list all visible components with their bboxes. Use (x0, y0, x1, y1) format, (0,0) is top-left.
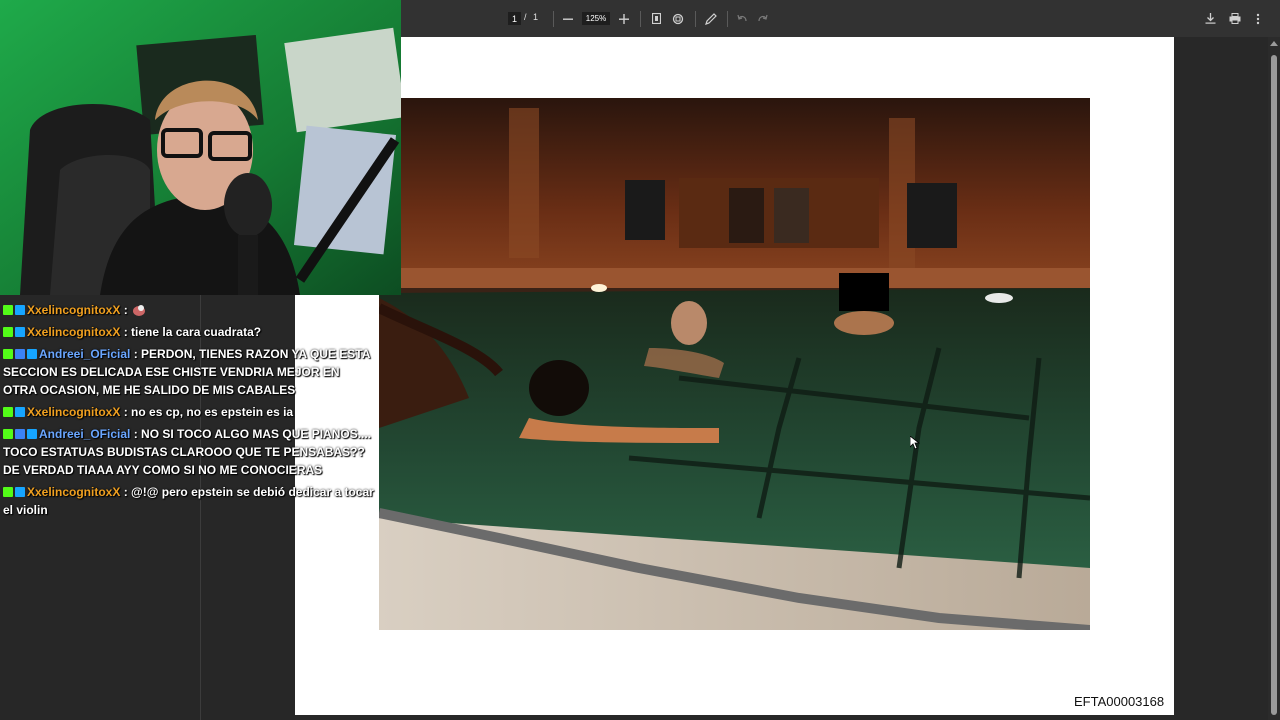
chat-message: XxelincognitoxX : (3, 301, 375, 319)
sub-badge-icon (27, 349, 37, 359)
kick-badge-icon (3, 487, 13, 497)
kick-badge-icon (3, 407, 13, 417)
toolbar-divider (553, 11, 554, 27)
mouse-cursor-icon (909, 435, 921, 455)
chat-username[interactable]: Andreei_OFicial (39, 347, 130, 361)
zoom-level-input[interactable]: 125% (582, 12, 610, 25)
kick-badge-icon (3, 305, 13, 315)
rotate-icon[interactable] (671, 9, 685, 28)
document-photo (379, 98, 1090, 630)
zoom-out-icon[interactable] (562, 9, 574, 28)
page-separator: / (524, 12, 527, 22)
pool-photo-illustration (379, 98, 1090, 630)
toolbar-divider (695, 11, 696, 27)
chat-username[interactable]: XxelincognitoxX (27, 325, 120, 339)
chat-message: Andreei_OFicial : NO SI TOCO ALGO MAS QU… (3, 425, 375, 479)
print-icon[interactable] (1228, 9, 1241, 28)
kick-badge-icon (3, 349, 13, 359)
toolbar-divider (727, 11, 728, 27)
chat-username[interactable]: XxelincognitoxX (27, 405, 120, 419)
chat-message-list: XxelincognitoxX : XxelincognitoxX : tien… (3, 301, 375, 523)
chat-username[interactable]: Andreei_OFicial (39, 427, 130, 441)
chat-message: XxelincognitoxX : tiene la cara cuadrata… (3, 323, 375, 341)
kick-badge-icon (3, 327, 13, 337)
sub-badge-icon (15, 305, 25, 315)
download-icon[interactable] (1204, 9, 1216, 28)
chat-message-text: : tiene la cara cuadrata? (120, 325, 262, 339)
sub-badge-icon (15, 487, 25, 497)
chat-message-text: : no es cp, no es epstein es ia (120, 405, 294, 419)
chat-message: XxelincognitoxX : no es cp, no es epstei… (3, 403, 375, 421)
webcam-overlay (0, 0, 401, 295)
page-number-input[interactable]: 1 (508, 12, 521, 25)
scroll-thumb[interactable] (1271, 55, 1277, 715)
more-icon[interactable] (1253, 9, 1263, 28)
chat-username[interactable]: XxelincognitoxX (27, 303, 120, 317)
chat-message-text: : (120, 303, 128, 317)
zoom-in-icon[interactable] (618, 9, 630, 28)
document-code: EFTA00003168 (1074, 694, 1165, 709)
kick-badge-icon (3, 429, 13, 439)
fit-page-icon[interactable] (650, 9, 662, 28)
vertical-scrollbar[interactable] (1268, 37, 1280, 720)
streamer-webcam-illustration (0, 0, 401, 295)
sub-badge-icon (15, 407, 25, 417)
prime-badge-icon (15, 429, 25, 439)
toolbar-divider (640, 11, 641, 27)
chat-message: XxelincognitoxX : @!@ pero epstein se de… (3, 483, 375, 519)
sub-badge-icon (15, 327, 25, 337)
annotate-icon[interactable] (704, 9, 718, 28)
page-total: 1 (533, 12, 539, 22)
chat-message: Andreei_OFicial : PERDON, TIENES RAZON Y… (3, 345, 375, 399)
undo-icon[interactable] (736, 9, 748, 28)
chat-username[interactable]: XxelincognitoxX (27, 485, 120, 499)
prime-badge-icon (15, 349, 25, 359)
chat-emote-icon (131, 303, 147, 317)
sub-badge-icon (27, 429, 37, 439)
scroll-up-icon[interactable] (1270, 41, 1278, 46)
redo-icon[interactable] (757, 9, 769, 28)
